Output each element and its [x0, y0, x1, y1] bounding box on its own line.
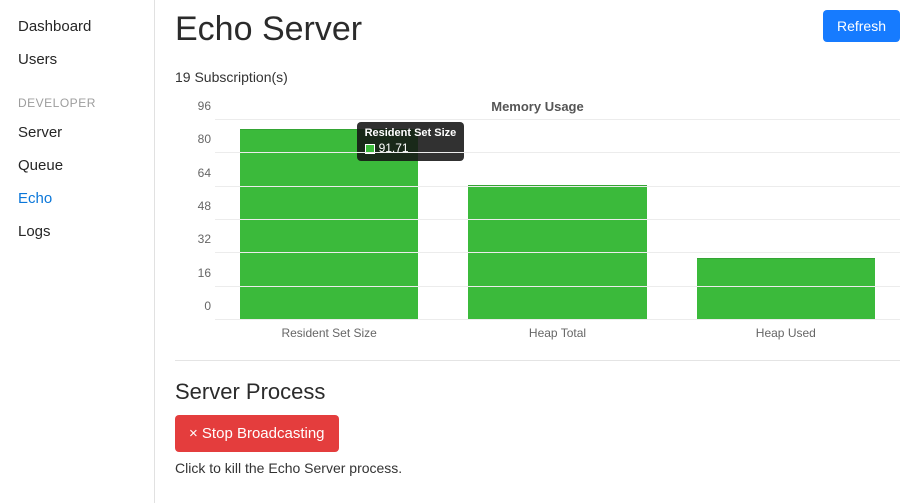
grid-line [215, 286, 900, 287]
page-title: Echo Server [175, 10, 362, 49]
y-tick: 0 [204, 299, 211, 313]
sidebar-item-dashboard[interactable]: Dashboard [0, 10, 154, 43]
sidebar-item-queue[interactable]: Queue [0, 149, 154, 182]
grid-line [215, 152, 900, 153]
sidebar-section-developer: DEVELOPER [0, 76, 154, 116]
y-tick: 64 [198, 166, 211, 180]
stop-hint: Click to kill the Echo Server process. [175, 460, 900, 476]
chart-y-axis: 0163248648096 [175, 114, 215, 320]
y-tick: 48 [198, 199, 211, 213]
grid-line [215, 186, 900, 187]
x-label: Heap Total [443, 320, 671, 340]
sidebar-item-server[interactable]: Server [0, 116, 154, 149]
x-label: Resident Set Size [215, 320, 443, 340]
bar[interactable] [697, 258, 875, 321]
bar-col [672, 120, 900, 320]
chart-title: Memory Usage [175, 99, 900, 114]
y-tick: 80 [198, 132, 211, 146]
bar-col [215, 120, 443, 320]
sidebar-item-logs[interactable]: Logs [0, 215, 154, 248]
bar[interactable] [240, 129, 418, 320]
y-tick: 16 [198, 266, 211, 280]
grid-line [215, 219, 900, 220]
grid-line [215, 119, 900, 120]
sidebar-item-echo[interactable]: Echo [0, 182, 154, 215]
server-process-title: Server Process [175, 379, 900, 405]
refresh-button[interactable]: Refresh [823, 10, 900, 42]
main-content: Echo Server Refresh 19 Subscription(s) M… [155, 0, 920, 503]
sidebar-item-users[interactable]: Users [0, 43, 154, 76]
grid-line [215, 319, 900, 320]
y-tick: 32 [198, 232, 211, 246]
grid-line [215, 252, 900, 253]
chart-plot-area: Resident Set Size 91.71 [215, 120, 900, 320]
x-label: Heap Used [672, 320, 900, 340]
chart-x-axis: Resident Set SizeHeap TotalHeap Used [215, 320, 900, 340]
subscriptions-count: 19 Subscription(s) [175, 69, 900, 85]
y-tick: 96 [198, 99, 211, 113]
sidebar: Dashboard Users DEVELOPER Server Queue E… [0, 0, 155, 503]
memory-usage-chart: Memory Usage 0 16 32 48 64 80 96 Resident Set … [175, 99, 900, 361]
stop-broadcasting-button[interactable]: × Stop Broadcasting [175, 415, 339, 452]
bar-col [443, 120, 671, 320]
